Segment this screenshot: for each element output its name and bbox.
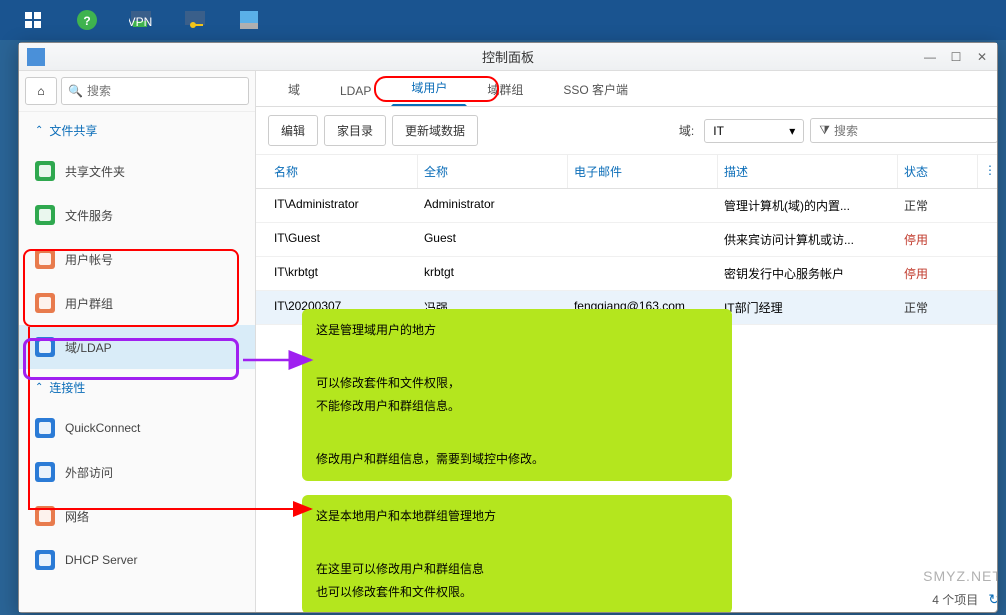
table-row[interactable]: IT\GuestGuest供来宾访问计算机或访...停用 [256,223,997,257]
control-panel-window: 控制面板 — ☐ ✕ ⌂ 🔍 ⌃文件共享共享文件夹文件服务用户帐号用户群组域/L… [18,42,998,613]
sidebar-item-label: 网络 [65,508,89,525]
sidebar-item[interactable]: DHCP Server [19,538,255,582]
apps-icon [21,8,45,32]
home-icon: ⌂ [37,84,44,98]
item-count: 4 个项目 [932,591,978,608]
titlebar: 控制面板 — ☐ ✕ [19,43,997,71]
sidebar: ⌂ 🔍 ⌃文件共享共享文件夹文件服务用户帐号用户群组域/LDAP ⌃连接性 Quic… [19,71,256,612]
users-icon [35,293,55,313]
domain-label: 域: [679,122,694,139]
vpn-icon: VPN [129,8,153,32]
user-icon [35,249,55,269]
table-row[interactable]: IT\krbtgtkrbtgt密钥发行中心服务帐户停用 [256,257,997,291]
content: 域LDAP域用户域群组SSO 客户端 编辑 家目录 更新域数据 域: IT▾ ⧩… [256,71,997,612]
home-button[interactable]: ⌂ [25,77,57,105]
minimize-button[interactable]: — [923,50,937,64]
sidebar-item-label: QuickConnect [65,421,140,435]
window-title: 控制面板 [482,47,534,66]
col-email[interactable]: 电子邮件 [568,155,718,188]
col-full[interactable]: 全称 [418,155,568,188]
taskbar-vpn[interactable]: VPN [116,2,166,38]
table-header: 名称 全称 电子邮件 描述 状态 ⋮ [256,155,997,189]
globe-icon [35,462,55,482]
sidebar-search[interactable]: 🔍 [61,77,249,105]
tabs: 域LDAP域用户域群组SSO 客户端 [256,71,997,107]
sidebar-item[interactable]: 域/LDAP [19,325,255,369]
taskbar-apps[interactable] [8,2,58,38]
sidebar-item[interactable]: 用户群组 [19,281,255,325]
col-desc[interactable]: 描述 [718,155,898,188]
sidebar-search-input[interactable] [87,84,242,98]
svg-text:?: ? [83,14,90,28]
update-domain-button[interactable]: 更新域数据 [392,115,478,146]
maximize-button[interactable]: ☐ [949,50,963,64]
transfer-icon [35,205,55,225]
sidebar-item[interactable]: 文件服务 [19,193,255,237]
filter-search-input[interactable] [834,124,989,138]
tab[interactable]: LDAP [320,74,391,106]
dhcp-icon [35,550,55,570]
key-icon [183,8,207,32]
sidebar-item-label: 用户群组 [65,295,113,312]
sidebar-item[interactable]: 网络 [19,494,255,538]
toolbar: 编辑 家目录 更新域数据 域: IT▾ ⧩ [256,107,997,155]
cloud-icon [35,418,55,438]
window-icon [27,48,45,66]
tab[interactable]: 域用户 [391,71,467,106]
sidebar-item-label: 外部访问 [65,464,113,481]
col-name[interactable]: 名称 [268,155,418,188]
sidebar-item[interactable]: QuickConnect [19,406,255,450]
section-header[interactable]: ⌃文件共享 [19,112,255,149]
home-dir-button[interactable]: 家目录 [324,115,386,146]
folder-icon [35,161,55,181]
annotation-2: 这是本地用户和本地群组管理地方 在这里可以修改用户和群组信息 也可以修改套件和文… [302,495,732,612]
col-status[interactable]: 状态 [898,155,978,188]
footer: 4 个项目 ↻ [932,591,997,608]
sidebar-item-label: 用户帐号 [65,251,113,268]
sidebar-item-label: 域/LDAP [65,339,112,356]
filter-icon: ⧩ [819,123,830,138]
tab[interactable]: SSO 客户端 [543,71,648,106]
sidebar-item-label: 共享文件夹 [65,163,125,180]
sidebar-item-label: 文件服务 [65,207,113,224]
chevron-icon: ⌃ [35,125,43,136]
tab[interactable]: 域群组 [467,71,543,106]
taskbar-help[interactable]: ? [62,2,112,38]
sidebar-item-label: DHCP Server [65,553,137,567]
taskbar-key[interactable] [170,2,220,38]
sidebar-item[interactable]: 共享文件夹 [19,149,255,193]
table-row[interactable]: IT\AdministratorAdministrator管理计算机(域)的内置… [256,189,997,223]
help-icon: ? [75,8,99,32]
svg-text:VPN: VPN [129,15,152,29]
domain-icon [35,337,55,357]
sidebar-item[interactable]: 用户帐号 [19,237,255,281]
edit-button[interactable]: 编辑 [268,115,318,146]
section-header[interactable]: ⌃连接性 [19,369,255,406]
tab[interactable]: 域 [268,71,320,106]
refresh-button[interactable]: ↻ [988,591,997,608]
chevron-icon: ⌃ [35,382,43,393]
chevron-down-icon: ▾ [789,124,795,138]
watermark: SMYZ.NET [923,568,997,584]
filter-search[interactable]: ⧩ [810,118,997,143]
domain-select[interactable]: IT▾ [704,119,804,143]
network-icon [35,506,55,526]
col-more[interactable]: ⋮ [978,155,997,188]
annotation-1: 这是管理域用户的地方 可以修改套件和文件权限， 不能修改用户和群组信息。 修改用… [302,309,732,481]
taskbar-package[interactable] [224,2,274,38]
close-button[interactable]: ✕ [975,50,989,64]
package-icon [237,8,261,32]
sidebar-item[interactable]: 外部访问 [19,450,255,494]
search-icon: 🔍 [68,84,83,98]
taskbar: ? VPN [0,0,1006,40]
